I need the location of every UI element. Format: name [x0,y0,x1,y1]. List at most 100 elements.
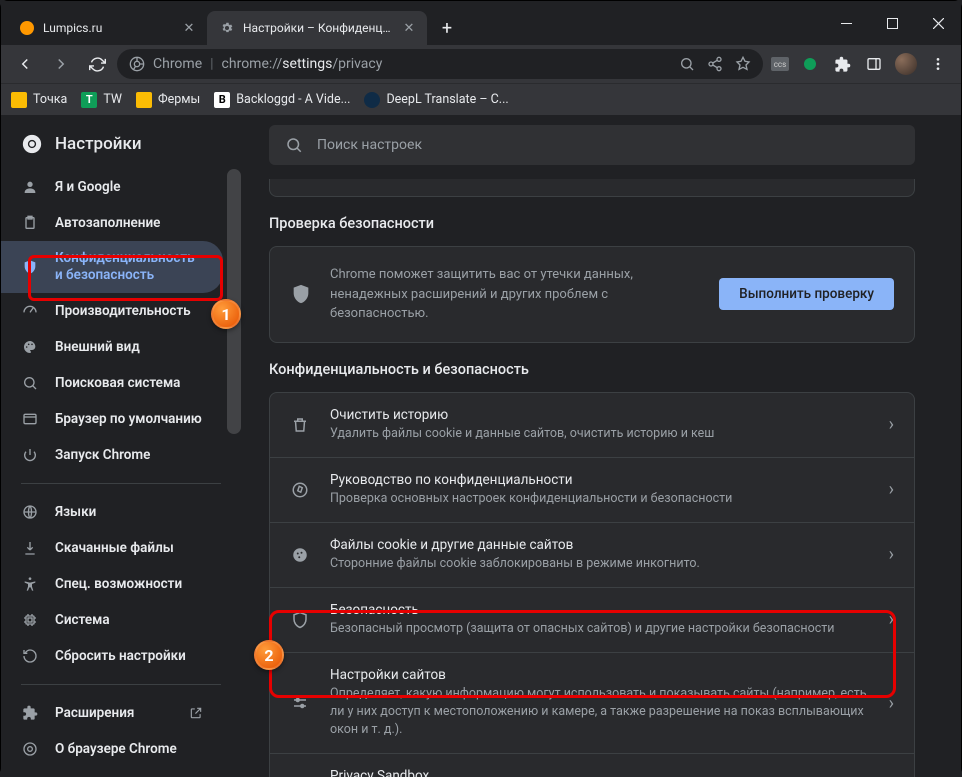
run-check-button[interactable]: Выполнить проверку [719,278,894,310]
row-security[interactable]: БезопасностьБезопасный просмотр (защита … [270,587,914,652]
power-icon [21,446,39,464]
extension-icons: ccs [767,53,953,75]
sidebar-item-search-engine[interactable]: Поисковая система [1,365,223,401]
omnibox-url: chrome://settings/privacy [222,56,383,72]
chrome-icon [21,133,43,155]
chevron-right-icon: › [889,544,894,565]
reload-button[interactable] [81,48,113,80]
search-icon[interactable] [679,56,695,72]
compass-icon [290,480,310,500]
tab-lumpics[interactable]: Lumpics.ru ✕ [7,11,207,45]
favicon-lumpics [19,20,35,36]
gear-icon [219,20,235,36]
chevron-right-icon: › [889,693,894,714]
close-window-button[interactable] [915,1,961,45]
bookmark-item[interactable]: TTW [81,92,122,108]
ext-icon[interactable] [799,53,821,75]
new-tab-button[interactable]: + [433,14,461,42]
back-button[interactable] [9,48,41,80]
browser-icon [21,410,39,428]
main-content: Поиск настроек Проверка безопасности Chr… [241,115,961,777]
sidebar-item-startup[interactable]: Запуск Chrome [1,437,223,473]
chip-icon [21,611,39,629]
palette-icon [21,338,39,356]
titlebar: Lumpics.ru ✕ Настройки – Конфиденциально… [1,1,961,45]
bookmark-item[interactable]: Фермы [136,92,200,108]
sidebar-item-extensions[interactable]: Расширения [1,695,223,731]
chevron-right-icon: › [889,479,894,500]
bookmark-item[interactable]: BBackloggd - A Vide... [214,92,350,108]
external-link-icon [189,706,203,720]
row-sandbox[interactable]: Privacy SandboxФункции отключены [270,753,914,777]
chrome-icon [129,56,145,72]
extensions-icon[interactable] [831,53,853,75]
sidebar-item-reset[interactable]: Сбросить настройки [1,638,223,674]
side-panel-icon[interactable] [863,53,885,75]
row-site-settings[interactable]: Настройки сайтовОпределяет, какую информ… [270,652,914,753]
settings-search[interactable]: Поиск настроек [269,125,915,165]
tab-settings[interactable]: Настройки – Конфиденциально... ✕ [207,11,427,45]
bookmark-icon[interactable] [735,56,751,72]
minimize-button[interactable] [823,1,869,45]
chrome-icon [21,740,39,758]
sidebar-item-you-google[interactable]: Я и Google [1,169,223,205]
menu-button[interactable] [927,53,949,75]
maximize-button[interactable] [869,1,915,45]
reset-icon [21,647,39,665]
tab-label: Настройки – Конфиденциально... [243,21,393,35]
sidebar-item-privacy[interactable]: Конфиденциальность и безопасность [1,241,223,293]
row-privacy-guide[interactable]: Руководство по конфиденциальностиПроверк… [270,457,914,522]
safety-description: Chrome поможет защитить вас от утечки да… [330,265,701,324]
shield-icon [290,610,310,630]
close-icon[interactable]: ✕ [401,20,417,36]
annotation-marker-2: 2 [254,640,284,670]
search-placeholder: Поиск настроек [317,137,422,153]
settings-title: Настройки [55,134,142,154]
sidebar-item-default[interactable]: Браузер по умолчанию [1,401,223,437]
clipboard-icon [21,214,39,232]
a11y-icon [21,575,39,593]
sidebar-item-performance[interactable]: Производительность [1,293,223,329]
sliders-icon [290,693,310,713]
sidebar-item-system[interactable]: Система [1,602,223,638]
avatar[interactable] [895,53,917,75]
safety-check-card: Chrome поможет защитить вас от утечки да… [269,246,915,343]
forward-button[interactable] [45,48,77,80]
globe-icon [21,503,39,521]
privacy-section-title: Конфиденциальность и безопасность [269,361,951,378]
cookie-icon [290,545,310,565]
shield-icon [290,283,312,305]
person-icon [21,178,39,196]
search-icon [285,136,303,154]
sidebar-item-languages[interactable]: Языки [1,494,223,530]
annotation-marker-1: 1 [211,299,241,329]
sidebar-item-autofill[interactable]: Автозаполнение [1,205,223,241]
chevron-right-icon: › [889,609,894,630]
sidebar-item-a11y[interactable]: Спец. возможности [1,566,223,602]
bookmark-item[interactable]: Точка [11,92,67,108]
window-controls [823,1,961,45]
sidebar-item-downloads[interactable]: Скачанные файлы [1,530,223,566]
shield-icon [21,258,39,276]
omnibox-scheme: Chrome [153,56,202,72]
sidebar-item-about[interactable]: О браузере Chrome [1,731,223,767]
sidebar: Настройки Я и Google Автозаполнение Конф… [1,115,241,777]
bookmarks-bar: Точка TTW Фермы BBackloggd - A Vide... D… [1,83,961,115]
privacy-card: Очистить историюУдалить файлы cookie и д… [269,392,915,777]
search-icon [21,374,39,392]
puzzle-icon [21,704,39,722]
trash-icon [290,415,310,435]
ext-icon[interactable]: ccs [771,57,789,71]
safety-section-title: Проверка безопасности [269,215,951,232]
sidebar-item-appearance[interactable]: Внешний вид [1,329,223,365]
tab-label: Lumpics.ru [43,21,173,35]
download-icon [21,539,39,557]
close-icon[interactable]: ✕ [181,20,197,36]
row-cookies[interactable]: Файлы cookie и другие данные сайтовСторо… [270,522,914,587]
share-icon[interactable] [707,56,723,72]
omnibox[interactable]: Chrome | chrome://settings/privacy [117,49,763,79]
settings-header: Настройки [1,115,241,169]
bookmark-item[interactable]: DeepL Translate – C... [364,92,508,108]
row-clear-history[interactable]: Очистить историюУдалить файлы cookie и д… [270,393,914,457]
chevron-right-icon: › [889,414,894,435]
